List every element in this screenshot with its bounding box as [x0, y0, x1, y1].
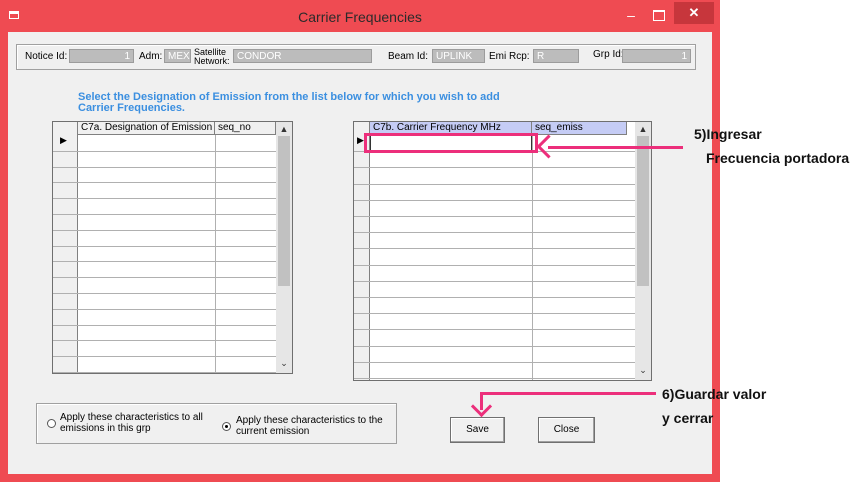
grid-row-line — [53, 356, 276, 358]
apply-to-all-label-line2: emissions in this grp — [60, 423, 151, 434]
scroll-down-icon[interactable]: ⌄ — [635, 365, 651, 376]
grid-row-line — [354, 216, 635, 217]
annotation-step6-line1: 6)Guardar valor — [662, 386, 767, 402]
grid-row-line — [354, 264, 635, 266]
maximize-icon — [653, 10, 665, 21]
apply-to-current-radio[interactable] — [222, 422, 231, 431]
apply-to-all-label[interactable]: Apply these characteristics to all emiss… — [60, 412, 203, 434]
grid-row-line — [354, 183, 635, 185]
grid-row-line — [354, 329, 635, 331]
grid-row-line — [354, 313, 635, 315]
minimize-button[interactable]: – — [618, 6, 644, 24]
column-divider — [215, 135, 216, 373]
emi-rcp-field[interactable]: R — [533, 49, 579, 63]
emi-rcp-label: Emi Rcp: — [489, 51, 530, 62]
column-header-designation[interactable]: C7a. Designation of Emission — [78, 122, 215, 135]
grid-row-line — [53, 166, 276, 168]
instruction-line-2: Carrier Frequencies. — [78, 102, 185, 114]
notice-id-field[interactable]: 1 — [69, 49, 134, 63]
notice-id-label: Notice Id: — [25, 51, 68, 62]
grid-row-line — [354, 167, 635, 169]
pointer-arrow-line — [480, 392, 656, 395]
beam-id-label: Beam Id: — [388, 51, 429, 62]
grid-row-line — [354, 232, 635, 234]
scroll-up-icon[interactable]: ▲ — [276, 124, 292, 134]
instruction-text: Select the Designation of Emission from … — [78, 92, 538, 114]
beam-id-field[interactable]: UPLINK — [432, 49, 485, 63]
adm-field[interactable]: MEX — [164, 49, 191, 63]
carrier-frequency-grid[interactable]: C7b. Carrier Frequency MHz seq_emiss ▶ ▲… — [353, 121, 652, 381]
grid-row-line — [53, 182, 276, 184]
grid-row-line — [53, 198, 276, 200]
grid-row-line — [53, 372, 276, 373]
column-header-seq-emiss[interactable]: seq_emiss — [532, 122, 627, 135]
grid-row-line — [354, 248, 635, 250]
grid-row-line — [354, 378, 635, 379]
grid-row-line — [53, 229, 276, 231]
close-button[interactable]: Close — [538, 417, 595, 443]
grid-row-line — [354, 199, 635, 201]
grid-row-line — [53, 340, 276, 342]
grid-row-line — [354, 297, 635, 298]
grid-row-line — [53, 277, 276, 279]
window-title: Carrier Frequencies — [298, 9, 422, 25]
grid-row-line — [53, 214, 276, 215]
annotation-step5-line1: 5)Ingresar — [694, 126, 762, 142]
apply-to-current-label-line2: current emission — [236, 426, 310, 437]
apply-to-current-label-line1: Apply these characteristics to the — [236, 415, 383, 426]
pointer-arrow-line — [548, 146, 683, 149]
grid-row-line — [53, 261, 276, 263]
apply-to-all-radio[interactable] — [47, 419, 56, 428]
grid-row-line — [53, 150, 276, 152]
scroll-down-icon[interactable]: ⌄ — [276, 358, 292, 369]
maximize-button[interactable] — [646, 6, 672, 24]
row-selector-column — [354, 122, 370, 380]
grid-row-line — [53, 324, 276, 326]
scroll-thumb[interactable] — [278, 136, 290, 286]
annotation-step6-line2: y cerrar — [662, 410, 714, 426]
column-divider — [532, 135, 533, 380]
satellite-network-field[interactable]: CONDOR — [233, 49, 372, 63]
adm-label: Adm: — [139, 51, 163, 62]
close-window-button[interactable]: ✕ — [674, 2, 714, 24]
annotation-step5-line2: Frecuencia portadora — [706, 150, 850, 166]
grid-row-line — [53, 293, 276, 294]
apply-to-all-label-line1: Apply these characteristics to all — [60, 412, 203, 423]
network-label: Network: — [194, 56, 230, 66]
grid-row-line — [354, 345, 635, 347]
highlight-box — [364, 133, 538, 153]
apply-to-current-label[interactable]: Apply these characteristics to the curre… — [236, 415, 383, 437]
designation-of-emission-grid[interactable]: C7a. Designation of Emission seq_no ▶ ▲ … — [52, 121, 293, 374]
grid-row-line — [354, 361, 635, 363]
current-row-marker-icon: ▶ — [60, 135, 67, 145]
scroll-thumb[interactable] — [637, 136, 649, 286]
grp-id-label: Grp Id: — [593, 49, 624, 60]
current-row-marker-icon: ▶ — [357, 135, 364, 145]
scroll-up-icon[interactable]: ▲ — [635, 124, 651, 134]
column-header-seq-no[interactable]: seq_no — [215, 122, 276, 135]
row-selector-column — [53, 122, 78, 373]
grid-row-line — [53, 308, 276, 310]
grid-row-line — [53, 245, 276, 247]
grp-id-field[interactable]: 1 — [622, 49, 691, 63]
grid-row-line — [354, 280, 635, 282]
save-button[interactable]: Save — [450, 417, 505, 443]
